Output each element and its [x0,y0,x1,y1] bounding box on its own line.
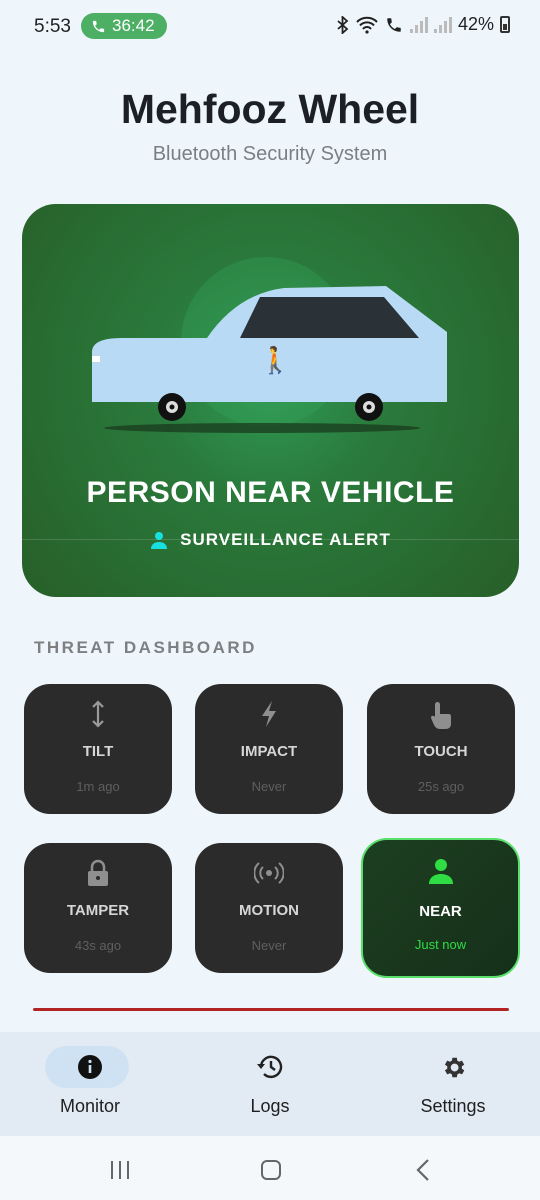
alert-card: 🚶 PERSON NEAR VEHICLE SURVEILLANCE ALERT [22,204,519,597]
section-title-threat-dashboard: THREAT DASHBOARD [34,638,257,657]
tile-time: Never [251,779,287,794]
tile-label: MOTION [239,902,299,919]
signal-strength-1-icon [409,16,428,33]
threat-tile-motion[interactable]: MOTION Never [195,843,343,973]
lightning-icon [262,701,276,727]
nav-item-settings[interactable]: Settings [363,1032,540,1136]
nav-label: Logs [250,1096,290,1116]
tile-label: IMPACT [240,743,298,760]
alert-type-label: SURVEILLANCE ALERT [180,530,391,549]
person-icon [428,859,453,884]
threat-tile-touch[interactable]: TOUCH 25s ago [367,684,515,814]
status-time: 5:53 [34,16,71,37]
nav-label: Settings [420,1096,486,1116]
wifi-call-icon [387,17,401,32]
threat-tile-tilt[interactable]: TILT 1m ago [24,684,172,814]
tilt-arrows-icon [92,700,104,728]
gear-icon [444,1057,464,1078]
history-icon [257,1055,283,1079]
tile-label: TILT [82,743,114,760]
nav-label: Monitor [59,1096,121,1116]
person-icon [151,532,168,549]
nav-item-logs[interactable]: Logs [180,1032,360,1136]
motion-waves-icon [254,862,284,884]
alert-title: PERSON NEAR VEHICLE [86,476,455,509]
app-title: Mehfooz Wheel [120,86,420,132]
tile-time: Never [251,938,287,953]
tile-time: 25s ago [417,779,465,794]
bluetooth-icon [337,15,349,34]
call-timer: 36:42 [112,16,155,35]
status-bar: 5:53 36:42 42% [0,0,540,52]
battery-icon [500,16,510,33]
recent-apps-icon[interactable] [109,1160,131,1180]
tile-time: 1m ago [76,779,120,794]
tile-label: TAMPER [66,902,130,919]
car-illustration: 🚶 [92,257,447,433]
nav-item-monitor[interactable]: Monitor [0,1032,180,1136]
ongoing-call-pill[interactable]: 36:42 [81,13,167,39]
threat-tile-tamper[interactable]: TAMPER 43s ago [24,843,172,973]
tile-label: TOUCH [414,743,468,760]
touch-hand-icon [431,702,451,729]
tile-time: Just now [414,937,467,952]
lock-icon [88,859,108,886]
app-subtitle: Bluetooth Security System [152,143,388,165]
home-icon[interactable] [260,1159,282,1181]
phone-icon [92,20,105,32]
battery-percent: 42% [457,14,494,34]
wifi-icon [356,16,378,34]
alert-banner-edge [33,1008,509,1011]
tile-label: NEAR [419,903,462,920]
tile-time: 43s ago [74,938,122,953]
threat-tile-near[interactable]: NEAR Just now [361,838,520,978]
back-icon[interactable] [414,1158,432,1182]
info-icon [78,1055,102,1079]
system-navigation-bar [0,1136,540,1200]
bottom-navigation: Monitor Logs Settings [0,1032,540,1136]
signal-strength-2-icon [433,16,452,33]
alert-type-row: SURVEILLANCE ALERT [22,530,519,550]
threat-tile-impact[interactable]: IMPACT Never [195,684,343,814]
person-walking-icon: 🚶 [259,345,291,375]
